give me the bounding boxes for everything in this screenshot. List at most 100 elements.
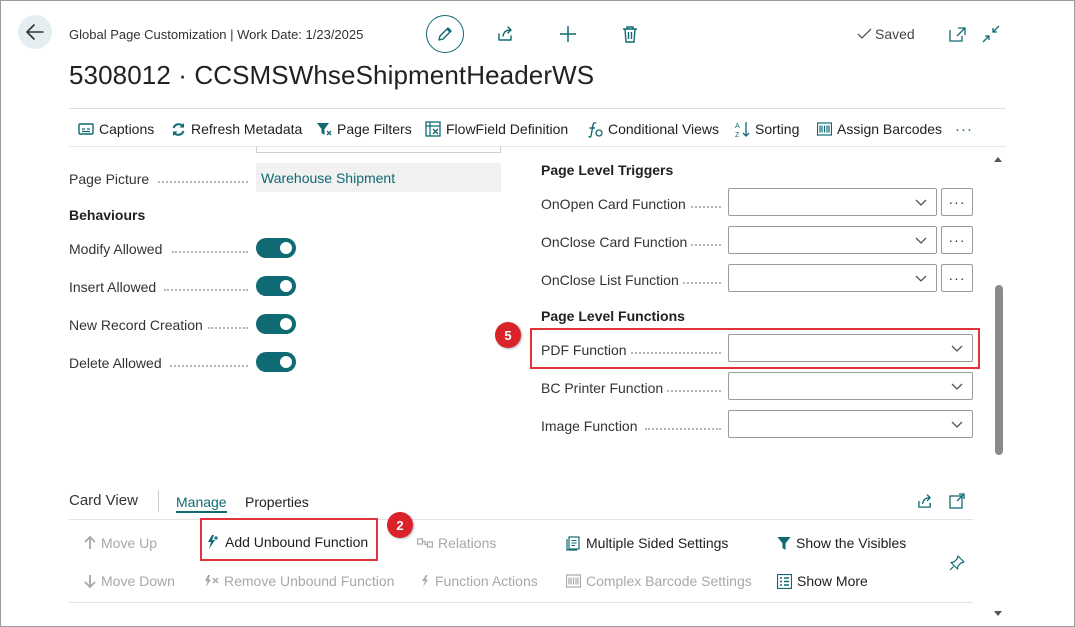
chevron-down-icon (951, 383, 963, 390)
leader-dots (683, 282, 721, 284)
add-unbound-function-button[interactable]: Add Unbound Function (206, 534, 368, 550)
new-record-creation-label: New Record Creation (69, 317, 203, 333)
onopen-card-function-more-button[interactable]: ··· (941, 188, 973, 216)
sorting-button[interactable]: AZ Sorting (735, 118, 799, 140)
svg-text:A: A (735, 123, 740, 130)
complex-barcode-settings-button[interactable]: Complex Barcode Settings (566, 573, 752, 589)
more-toolbar-button[interactable]: ··· (955, 118, 973, 140)
onclose-card-function-dropdown[interactable] (728, 226, 937, 254)
pdf-function-dropdown[interactable] (728, 334, 973, 362)
flowfield-definition-button[interactable]: FlowField Definition (425, 118, 568, 140)
chevron-down-icon (915, 199, 927, 206)
show-the-visibles-button[interactable]: Show the Visibles (777, 535, 906, 551)
captions-icon (78, 121, 94, 137)
card-view-title: Card View (69, 492, 138, 509)
delete-button[interactable] (619, 23, 641, 45)
arrow-down-icon (84, 574, 96, 588)
chevron-down-icon (951, 421, 963, 428)
header-divider (69, 108, 1006, 109)
card-view-bottom-divider (69, 602, 973, 603)
leader-dots (691, 206, 721, 208)
lightning-icon (420, 574, 430, 588)
edit-button[interactable] (426, 15, 464, 53)
conditional-views-label: Conditional Views (608, 121, 720, 137)
page-filters-button[interactable]: Page Filters (316, 118, 412, 140)
assign-barcodes-button[interactable]: Assign Barcodes (817, 118, 942, 140)
show-more-button[interactable]: Show More (777, 573, 868, 589)
move-up-button[interactable]: Move Up (84, 535, 157, 551)
sorting-label: Sorting (755, 121, 800, 137)
pin-button[interactable] (947, 553, 967, 573)
back-button[interactable] (18, 15, 52, 49)
onclose-list-function-label: OnClose List Function (541, 272, 679, 288)
leader-dots (164, 289, 248, 291)
collapse-icon (982, 25, 1000, 43)
saved-status: Saved (857, 26, 915, 42)
open-new-window-button[interactable] (947, 24, 967, 44)
insert-allowed-toggle[interactable] (256, 276, 296, 296)
plus-icon (560, 26, 576, 42)
leader-dots (631, 352, 721, 354)
new-button[interactable] (557, 23, 579, 45)
image-function-dropdown[interactable] (728, 410, 973, 438)
collapse-button[interactable] (980, 23, 1002, 45)
scrollbar-thumb[interactable] (995, 285, 1003, 455)
function-actions-button[interactable]: Function Actions (420, 573, 538, 589)
card-view-share-button[interactable] (915, 491, 935, 511)
delete-allowed-toggle[interactable] (256, 352, 296, 372)
refresh-metadata-label: Refresh Metadata (191, 121, 303, 137)
image-function-label: Image Function (541, 418, 638, 434)
scroll-up-button[interactable] (992, 153, 1004, 165)
window-frame (0, 0, 1075, 627)
pencil-icon (438, 27, 452, 41)
flowfield-icon (425, 121, 441, 137)
page-picture-value[interactable]: Warehouse Shipment (256, 163, 501, 192)
page-filters-label: Page Filters (337, 121, 412, 137)
move-down-button[interactable]: Move Down (84, 573, 175, 589)
modify-allowed-toggle[interactable] (256, 238, 296, 258)
document-settings-icon (566, 535, 581, 551)
onclose-list-function-dropdown[interactable] (728, 264, 937, 292)
share-button[interactable] (495, 24, 517, 44)
trash-icon (623, 26, 637, 43)
card-view-divider (158, 490, 159, 512)
share-icon (498, 26, 512, 41)
pin-icon (949, 555, 965, 571)
leader-dots (158, 181, 248, 183)
caret-up-icon (994, 157, 1002, 162)
refresh-icon (171, 122, 186, 137)
svg-text:Z: Z (735, 132, 740, 138)
card-view-expand-button[interactable] (947, 491, 967, 511)
lightning-remove-icon (203, 574, 219, 588)
new-record-creation-toggle[interactable] (256, 314, 296, 334)
remove-unbound-function-button[interactable]: Remove Unbound Function (203, 573, 394, 589)
chevron-down-icon (915, 237, 927, 244)
chevron-down-icon (915, 275, 927, 282)
relations-label: Relations (438, 535, 497, 551)
tab-manage[interactable]: Manage (176, 494, 227, 513)
pdf-function-label: PDF Function (541, 342, 627, 358)
conditional-views-button[interactable]: Conditional Views (587, 118, 719, 140)
refresh-metadata-button[interactable]: Refresh Metadata (171, 118, 302, 140)
captions-button[interactable]: Captions (78, 118, 154, 140)
scroll-down-button[interactable] (992, 608, 1004, 620)
relations-button[interactable]: Relations (417, 535, 496, 551)
tab-properties[interactable]: Properties (245, 494, 309, 510)
bc-printer-function-dropdown[interactable] (728, 372, 973, 400)
page-level-functions-heading: Page Level Functions (541, 308, 685, 324)
arrow-left-icon (26, 24, 44, 40)
list-details-icon (777, 573, 792, 589)
page-context: Global Page Customization | Work Date: 1… (69, 27, 364, 42)
checkmark-icon (857, 28, 872, 39)
onclose-card-function-more-button[interactable]: ··· (941, 226, 973, 254)
onopen-card-function-dropdown[interactable] (728, 188, 937, 216)
expand-icon (949, 493, 965, 509)
onopen-card-function-label: OnOpen Card Function (541, 196, 686, 212)
multiple-sided-settings-button[interactable]: Multiple Sided Settings (566, 535, 728, 551)
behaviours-heading: Behaviours (69, 207, 146, 223)
onclose-list-function-more-button[interactable]: ··· (941, 264, 973, 292)
captions-label: Captions (99, 121, 155, 137)
page-level-triggers-heading: Page Level Triggers (541, 162, 674, 178)
filter-icon (316, 121, 332, 137)
complex-barcode-settings-label: Complex Barcode Settings (586, 573, 752, 589)
